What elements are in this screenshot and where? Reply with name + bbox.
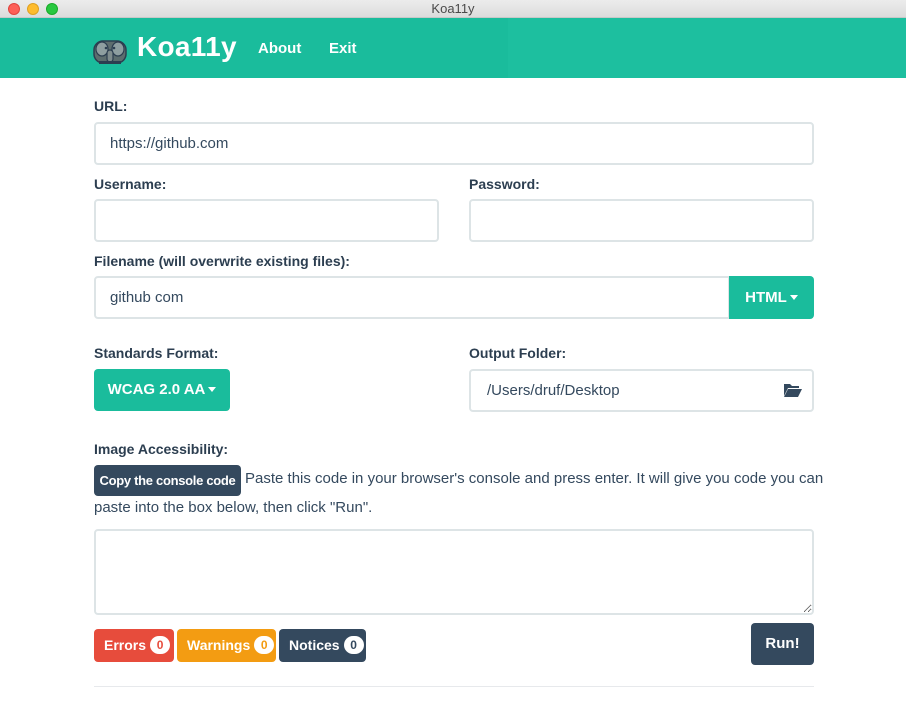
chevron-down-icon bbox=[208, 386, 217, 392]
warnings-count-badge: 0 bbox=[254, 636, 275, 654]
password-label: Password: bbox=[469, 176, 540, 192]
run-button[interactable]: Run! bbox=[751, 623, 814, 665]
chevron-down-icon bbox=[789, 294, 798, 300]
nav-about-link[interactable]: About bbox=[258, 40, 301, 57]
filename-label: Filename (will overwrite existing files)… bbox=[94, 253, 350, 269]
output-folder-value: /Users/druf/Desktop bbox=[487, 382, 620, 399]
elephant-logo-icon bbox=[93, 40, 127, 64]
instructions-text-line1: Paste this code in your browser's consol… bbox=[245, 470, 824, 487]
nav-exit-link[interactable]: Exit bbox=[329, 40, 357, 57]
file-format-label: HTML bbox=[745, 289, 787, 306]
app-brand[interactable]: Koa11y bbox=[137, 31, 237, 63]
standards-format-label: Standards Format: bbox=[94, 345, 219, 361]
username-label: Username: bbox=[94, 176, 167, 192]
divider bbox=[94, 686, 814, 687]
console-output-textarea[interactable] bbox=[94, 529, 814, 615]
errors-button[interactable]: Errors 0 bbox=[94, 629, 174, 662]
warnings-button[interactable]: Warnings 0 bbox=[177, 629, 276, 662]
image-accessibility-label: Image Accessibility: bbox=[94, 441, 229, 457]
instructions-text-line2: paste into the box below, then click "Ru… bbox=[94, 499, 373, 516]
notices-button[interactable]: Notices 0 bbox=[279, 629, 366, 662]
window-titlebar: Koa11y bbox=[0, 0, 906, 18]
navbar: Koa11y About Exit bbox=[0, 18, 906, 78]
output-folder-input[interactable]: /Users/druf/Desktop bbox=[469, 369, 814, 412]
notices-count-badge: 0 bbox=[343, 636, 364, 654]
filename-input[interactable]: github com bbox=[94, 276, 730, 319]
folder-open-icon[interactable] bbox=[783, 382, 803, 398]
standards-format-dropdown-button[interactable]: WCAG 2.0 AA bbox=[94, 369, 230, 411]
output-folder-label: Output Folder: bbox=[469, 345, 567, 361]
password-input[interactable] bbox=[469, 199, 814, 242]
warnings-label: Warnings bbox=[187, 637, 251, 653]
username-input[interactable] bbox=[94, 199, 439, 242]
url-label: URL: bbox=[94, 98, 128, 114]
url-input[interactable]: https://github.com bbox=[94, 122, 814, 165]
copy-console-code-button[interactable]: Copy the console code bbox=[94, 465, 241, 496]
errors-label: Errors bbox=[104, 637, 147, 653]
window-title: Koa11y bbox=[431, 1, 475, 16]
notices-label: Notices bbox=[289, 637, 340, 653]
standards-format-value: WCAG 2.0 AA bbox=[107, 381, 206, 398]
file-format-dropdown-button[interactable]: HTML bbox=[729, 276, 814, 319]
errors-count-badge: 0 bbox=[150, 636, 171, 654]
